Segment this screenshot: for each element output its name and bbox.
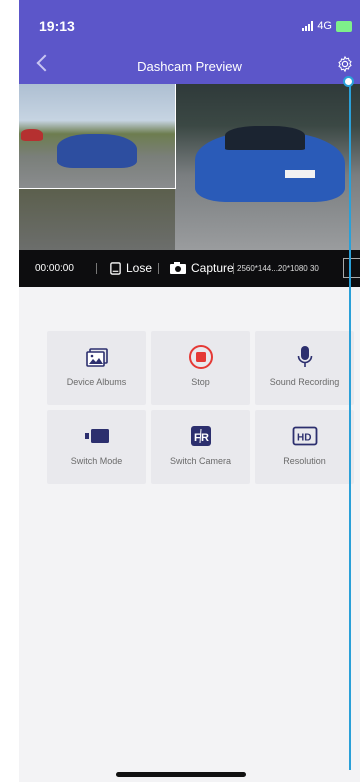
home-indicator[interactable]	[116, 772, 246, 777]
albums-icon	[85, 348, 108, 367]
divider	[158, 263, 159, 274]
stop-button[interactable]: Stop	[151, 331, 250, 405]
sd-card-icon	[110, 261, 121, 275]
video-camera-icon	[84, 429, 109, 443]
tile-label: Resolution	[283, 456, 326, 466]
tile-label: Switch Camera	[169, 456, 232, 466]
microphone-icon	[297, 346, 312, 367]
capture-label: Capture	[191, 261, 234, 275]
divider	[96, 263, 97, 274]
pip-camera-view	[19, 84, 176, 189]
front-camera-view	[175, 84, 360, 250]
front-rear-icon: F R	[190, 426, 211, 446]
scroll-guide-handle[interactable]	[343, 76, 354, 87]
app-screen: 19:13 4G Dashcam Preview 00:00:00 Lose C…	[19, 0, 360, 782]
capture-button[interactable]: Capture	[169, 261, 234, 275]
network-type: 4G	[317, 20, 332, 32]
lose-button[interactable]: Lose	[109, 261, 152, 275]
recording-timer: 00:00:00	[35, 263, 74, 274]
red-car-image	[21, 129, 43, 141]
resolution-button[interactable]: HD Resolution	[255, 410, 354, 484]
convertible-car-image	[57, 134, 137, 168]
svg-text:HD: HD	[297, 433, 311, 444]
stop-record-icon	[188, 345, 213, 369]
tile-label: Device Albums	[66, 377, 127, 387]
license-plate	[285, 170, 315, 178]
svg-text:R: R	[201, 432, 209, 444]
status-indicators: 4G	[302, 20, 352, 32]
tile-label: Stop	[191, 377, 210, 387]
camera-preview[interactable]	[19, 84, 360, 250]
tile-label: Switch Mode	[70, 456, 123, 466]
divider	[233, 263, 234, 274]
resolution-readout[interactable]: 2560*144...20*1080 30	[237, 264, 319, 273]
page-title: Dashcam Preview	[137, 59, 242, 74]
sound-recording-button[interactable]: Sound Recording	[255, 331, 354, 405]
device-albums-button[interactable]: Device Albums	[47, 331, 146, 405]
tile-label: Sound Recording	[269, 377, 340, 387]
signal-icon	[302, 21, 314, 31]
status-time: 19:13	[39, 18, 75, 34]
car-windshield	[225, 126, 305, 150]
hd-icon: HD	[292, 426, 317, 446]
preview-controls: 00:00:00 Lose Capture 2560*144...20*1080…	[19, 250, 360, 287]
header-bar: 19:13 4G Dashcam Preview	[19, 0, 360, 84]
switch-mode-button[interactable]: Switch Mode	[47, 410, 146, 484]
switch-camera-button[interactable]: F R Switch Camera	[151, 410, 250, 484]
lose-label: Lose	[126, 261, 153, 275]
camera-icon	[170, 262, 186, 274]
gear-icon[interactable]	[336, 55, 354, 73]
fullscreen-icon[interactable]	[343, 258, 360, 278]
scroll-guide	[349, 82, 351, 770]
battery-icon	[336, 20, 352, 32]
